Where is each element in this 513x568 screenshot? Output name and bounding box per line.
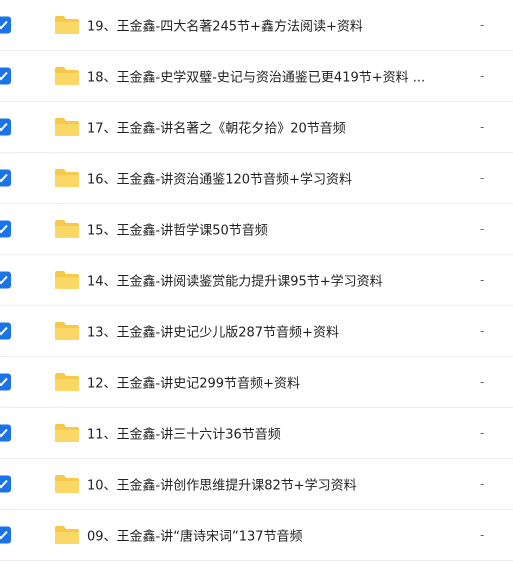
file-name[interactable]: 15、王金鑫-讲哲学课50节音频 [87, 220, 447, 239]
file-name[interactable]: 14、王金鑫-讲阅读鉴赏能力提升课95节+学习资料 [87, 271, 447, 290]
file-name[interactable]: 13、王金鑫-讲史记少儿版287节音频+资料 [87, 322, 447, 341]
folder-icon [54, 15, 80, 35]
file-name[interactable]: 11、王金鑫-讲三十六计36节音频 [87, 424, 447, 443]
folder-icon [54, 372, 80, 392]
file-size: - [480, 273, 485, 287]
checkbox-checked[interactable] [0, 220, 11, 238]
checkbox-checked[interactable] [0, 169, 11, 187]
folder-icon [54, 525, 80, 545]
file-size: - [480, 477, 485, 491]
list-item[interactable]: 09、王金鑫-讲“唐诗宋词”137节音频 - [0, 510, 513, 561]
file-name[interactable]: 10、王金鑫-讲创作思维提升课82节+学习资料 [87, 475, 447, 494]
folder-icon [54, 117, 80, 137]
file-list: 19、王金鑫-四大名著245节+鑫方法阅读+资料 - 18、王金鑫-史学双璧-史… [0, 0, 513, 561]
file-size: - [480, 375, 485, 389]
checkbox-checked[interactable] [0, 373, 11, 391]
list-item[interactable]: 19、王金鑫-四大名著245节+鑫方法阅读+资料 - [0, 0, 513, 51]
list-item[interactable]: 15、王金鑫-讲哲学课50节音频 - [0, 204, 513, 255]
checkbox-checked[interactable] [0, 526, 11, 544]
folder-icon [54, 66, 80, 86]
checkbox-checked[interactable] [0, 118, 11, 136]
file-size: - [480, 426, 485, 440]
file-name[interactable]: 09、王金鑫-讲“唐诗宋词”137节音频 [87, 526, 447, 545]
checkbox-checked[interactable] [0, 322, 11, 340]
checkbox-checked[interactable] [0, 271, 11, 289]
file-name[interactable]: 17、王金鑫-讲名著之《朝花夕拾》20节音频 [87, 118, 447, 137]
file-size: - [480, 120, 485, 134]
list-item[interactable]: 10、王金鑫-讲创作思维提升课82节+学习资料 - [0, 459, 513, 510]
file-size: - [480, 69, 485, 83]
file-size: - [480, 528, 485, 542]
list-item[interactable]: 16、王金鑫-讲资治通鉴120节音频+学习资料 - [0, 153, 513, 204]
file-size: - [480, 18, 485, 32]
folder-icon [54, 321, 80, 341]
folder-icon [54, 423, 80, 443]
checkbox-checked[interactable] [0, 67, 11, 85]
list-item[interactable]: 18、王金鑫-史学双璧-史记与资治通鉴已更419节+资料 ... - [0, 51, 513, 102]
list-item[interactable]: 17、王金鑫-讲名著之《朝花夕拾》20节音频 - [0, 102, 513, 153]
file-name[interactable]: 18、王金鑫-史学双璧-史记与资治通鉴已更419节+资料 ... [87, 67, 447, 86]
checkbox-checked[interactable] [0, 424, 11, 442]
file-name[interactable]: 12、王金鑫-讲史记299节音频+资料 [87, 373, 447, 392]
folder-icon [54, 168, 80, 188]
file-name[interactable]: 16、王金鑫-讲资治通鉴120节音频+学习资料 [87, 169, 447, 188]
checkbox-checked[interactable] [0, 16, 11, 34]
checkbox-checked[interactable] [0, 475, 11, 493]
file-size: - [480, 222, 485, 236]
file-size: - [480, 324, 485, 338]
file-size: - [480, 171, 485, 185]
list-item[interactable]: 12、王金鑫-讲史记299节音频+资料 - [0, 357, 513, 408]
folder-icon [54, 270, 80, 290]
list-item[interactable]: 13、王金鑫-讲史记少儿版287节音频+资料 - [0, 306, 513, 357]
list-item[interactable]: 14、王金鑫-讲阅读鉴赏能力提升课95节+学习资料 - [0, 255, 513, 306]
file-name[interactable]: 19、王金鑫-四大名著245节+鑫方法阅读+资料 [87, 16, 447, 35]
folder-icon [54, 219, 80, 239]
folder-icon [54, 474, 80, 494]
list-item[interactable]: 11、王金鑫-讲三十六计36节音频 - [0, 408, 513, 459]
